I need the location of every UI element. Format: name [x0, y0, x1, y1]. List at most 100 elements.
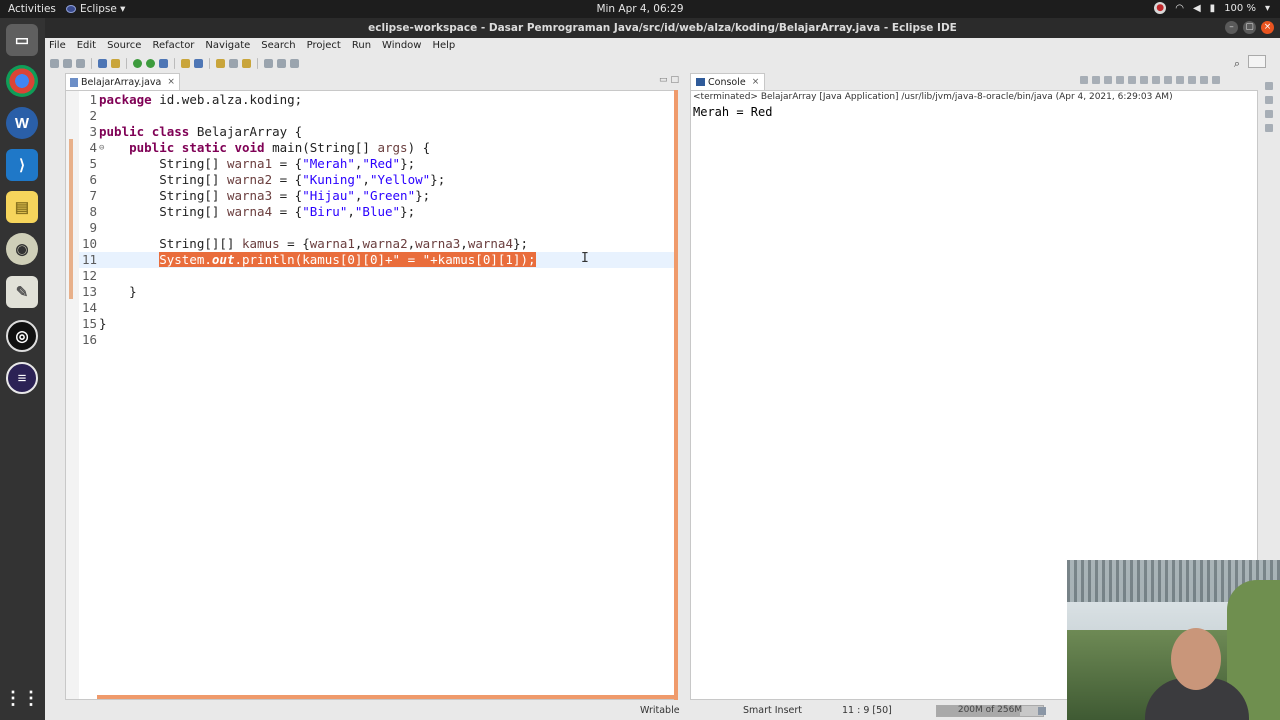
heap-status[interactable]: 200M of 256M	[936, 705, 1044, 717]
code-line: 8 String[] warna4 = {"Biru","Blue"};	[79, 204, 675, 220]
new-package-icon[interactable]	[181, 58, 190, 68]
code-line: 12	[79, 268, 675, 284]
search-icon[interactable]: ⌕	[1234, 57, 1240, 71]
save-all-icon[interactable]	[76, 58, 85, 68]
editor-horizontal-scroll-indicator[interactable]	[97, 695, 677, 699]
system-tray[interactable]: ● ◠ ◀ ▮ 100 % ▾	[1154, 2, 1270, 14]
package-explorer-icon[interactable]	[1265, 96, 1273, 104]
open-type-icon[interactable]	[216, 58, 225, 68]
console-toolbar	[1080, 76, 1220, 84]
battery-level: 100 %	[1224, 2, 1256, 14]
gnome-top-bar: Activities Eclipse ▾ Min Apr 4, 06:29 ● …	[0, 0, 1280, 18]
restore-icon[interactable]	[1265, 82, 1273, 90]
minimize-icon[interactable]: –	[1225, 21, 1238, 34]
perspective-icon[interactable]	[1248, 55, 1266, 68]
debug-icon[interactable]	[98, 58, 107, 68]
show-on-output-icon[interactable]	[1152, 76, 1160, 84]
new-icon[interactable]	[50, 58, 59, 68]
forward-icon[interactable]	[277, 58, 286, 68]
word-wrap-icon[interactable]	[1140, 76, 1148, 84]
java-file-icon	[70, 77, 78, 87]
line-number: 13	[81, 284, 97, 299]
files-icon[interactable]: ▭	[6, 24, 38, 56]
code-line: 2	[79, 108, 675, 124]
line-number: 9	[89, 220, 97, 235]
search-tool-icon[interactable]	[229, 58, 238, 68]
scroll-lock-icon[interactable]	[1128, 76, 1136, 84]
task-list-icon[interactable]	[1265, 124, 1273, 132]
close-console-tab-icon[interactable]: ⨯	[752, 75, 760, 90]
run-icon[interactable]	[133, 58, 142, 68]
insert-mode-status[interactable]: Smart Insert	[743, 705, 802, 716]
code-area[interactable]: 1 package id.web.alza.koding; 2 3 public c…	[79, 92, 675, 348]
battery-icon: ▮	[1209, 2, 1216, 14]
eclipse-icon[interactable]: ≡	[6, 362, 38, 394]
garbage-collect-icon[interactable]	[1038, 707, 1046, 715]
editor-tab-label: BelajarArray.java	[81, 76, 162, 88]
menu-navigate[interactable]: Navigate	[205, 38, 250, 53]
code-text: String[] warna1 = {"Merah","Red"};	[99, 156, 416, 171]
skip-breakpoints-icon[interactable]	[111, 58, 120, 68]
menu-search[interactable]: Search	[261, 38, 295, 53]
code-line: 4 ⊖ public static void main(String[] args…	[79, 140, 675, 156]
menu-file[interactable]: File	[49, 38, 66, 53]
line-number: 5	[89, 156, 97, 171]
text-selection[interactable]: System.out.println(kamus[0][0]+" = "+kam…	[159, 252, 536, 267]
menu-help[interactable]: Help	[432, 38, 455, 53]
line-number: 1	[89, 92, 97, 107]
code-editor[interactable]: 1 package id.web.alza.koding; 2 3 public c…	[65, 90, 677, 700]
menu-edit[interactable]: Edit	[77, 38, 96, 53]
maximize-view-icon[interactable]	[1212, 76, 1220, 84]
wps-icon[interactable]: W	[6, 107, 38, 139]
vscode-icon[interactable]: ⟩	[6, 149, 38, 181]
menu-project[interactable]: Project	[307, 38, 341, 53]
new-class-icon[interactable]	[194, 58, 203, 68]
maximize-icon[interactable]: ▢	[1243, 21, 1256, 34]
chrome-icon[interactable]	[6, 65, 38, 97]
outline-icon[interactable]	[1265, 110, 1273, 118]
clear-console-icon[interactable]	[1116, 76, 1124, 84]
editor-scroll-indicator[interactable]	[674, 90, 678, 700]
toolbar-separator	[126, 57, 127, 69]
toolbar-separator	[257, 57, 258, 69]
back-icon[interactable]	[264, 58, 273, 68]
pin-icon[interactable]	[290, 58, 299, 68]
console-tab-label: Console	[708, 76, 746, 88]
menu-refactor[interactable]: Refactor	[152, 38, 194, 53]
show-apps-icon[interactable]: ⋮⋮	[4, 682, 40, 714]
menu-window[interactable]: Window	[382, 38, 421, 53]
remove-launch-icon[interactable]	[1092, 76, 1100, 84]
code-text: }	[99, 316, 107, 331]
notes-icon[interactable]: ▤	[6, 191, 38, 223]
pin-console-icon[interactable]	[1164, 76, 1172, 84]
console-icon	[696, 78, 705, 86]
external-tools-icon[interactable]	[159, 58, 168, 68]
terminate-icon[interactable]	[1080, 76, 1088, 84]
webcam-app-icon[interactable]: ◉	[6, 233, 38, 265]
display-console-icon[interactable]	[1176, 76, 1184, 84]
annotation-icon[interactable]	[242, 58, 251, 68]
coverage-icon[interactable]	[146, 58, 155, 68]
editor-view-controls[interactable]: ▭□	[659, 75, 682, 85]
obs-icon[interactable]: ◎	[6, 320, 38, 352]
remove-all-icon[interactable]	[1104, 76, 1112, 84]
tab-console[interactable]: Console ⨯	[690, 73, 766, 90]
minimize-view-icon[interactable]	[1200, 76, 1208, 84]
open-console-icon[interactable]	[1188, 76, 1196, 84]
image-viewer-icon[interactable]: ✎	[6, 276, 38, 308]
volume-icon: ◀	[1192, 2, 1201, 14]
main-toolbar	[45, 54, 1280, 72]
clock[interactable]: Min Apr 4, 06:29	[0, 3, 1280, 15]
line-number: 3	[89, 124, 97, 139]
window-title: eclipse-workspace - Dasar Pemrograman Ja…	[45, 18, 1280, 38]
save-icon[interactable]	[63, 58, 72, 68]
close-tab-icon[interactable]: ⨯	[167, 75, 175, 90]
code-text: String[][] kamus = {warna1,warna2,warna3…	[99, 236, 529, 251]
menu-run[interactable]: Run	[352, 38, 371, 53]
code-text: public class BelajarArray {	[99, 124, 303, 139]
chevron-down-icon: ▾	[1264, 2, 1270, 14]
close-icon[interactable]: ×	[1261, 21, 1274, 34]
tab-belajararray-java[interactable]: BelajarArray.java ⨯	[65, 73, 180, 90]
menu-source[interactable]: Source	[107, 38, 141, 53]
cursor-position: 11 : 9 [50]	[842, 705, 892, 716]
